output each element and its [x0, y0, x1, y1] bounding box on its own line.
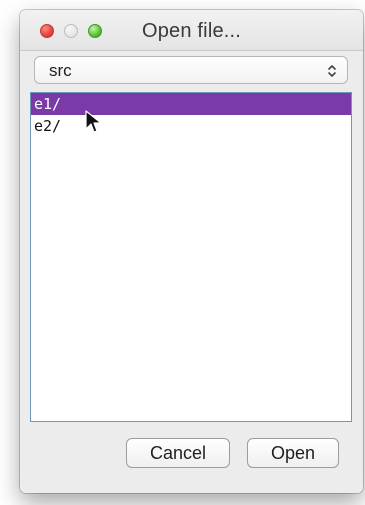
open-file-dialog: Open file... src e1/ e2/ Cancel Open — [20, 10, 363, 493]
open-button[interactable]: Open — [247, 438, 339, 468]
file-list[interactable]: e1/ e2/ — [30, 92, 352, 422]
location-dropdown[interactable]: src — [34, 56, 348, 84]
dialog-title: Open file... — [141, 20, 242, 42]
location-dropdown-value: src — [49, 61, 72, 80]
file-list-item[interactable]: e1/ — [31, 93, 351, 115]
screen: Open file... src e1/ e2/ Cancel Open — [0, 0, 365, 505]
titlebar: Open file... — [20, 10, 363, 51]
file-list-item[interactable]: e2/ — [31, 115, 351, 137]
up-down-chevron-icon — [327, 63, 337, 79]
cancel-button[interactable]: Cancel — [126, 438, 230, 468]
